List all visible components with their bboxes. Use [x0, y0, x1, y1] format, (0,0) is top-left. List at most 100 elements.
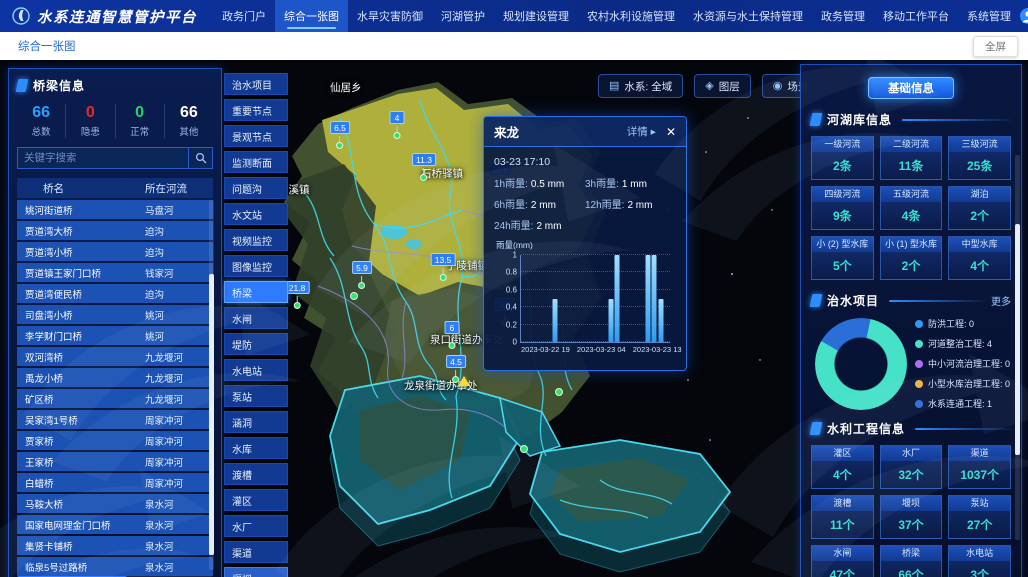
- rain-metric: 3h雨量:1 mm: [585, 175, 676, 190]
- stat-总数: 66总数: [17, 104, 66, 138]
- stat-cell-二级河流: 二级河流11条: [880, 136, 943, 180]
- observation-time: 03-23 17:10: [494, 156, 676, 168]
- table-row[interactable]: 贾道湾便民桥迫沟: [17, 284, 213, 303]
- tab-移动工作平台[interactable]: 移动工作平台: [874, 0, 958, 32]
- station-badge[interactable]: 11.3: [412, 150, 436, 181]
- basic-info-button[interactable]: 基础信息: [868, 77, 954, 99]
- fullscreen-button[interactable]: 全屏: [973, 36, 1018, 57]
- legend-dot-icon: [915, 360, 923, 368]
- layer-menu: 治水项目重要节点景观节点监测断面问题沟水文站视频监控图像监控桥梁水闸堤防水电站泵…: [224, 73, 288, 577]
- panel-vertical-scrollbar: [1015, 155, 1020, 540]
- table-row[interactable]: 贾道湾大桥迫沟: [17, 221, 213, 240]
- layer-item-堰坝[interactable]: 堰坝: [224, 567, 288, 577]
- tab-规划建设管理[interactable]: 规划建设管理: [494, 0, 578, 32]
- layer-item-监测断面[interactable]: 监测断面: [224, 151, 288, 173]
- section-marker-icon: [810, 294, 823, 307]
- station-badge[interactable]: 21.8: [285, 278, 310, 309]
- section-header-rivers: 河湖库信息: [811, 111, 1011, 128]
- tab-水资源与水土保持管理[interactable]: 水资源与水土保持管理: [684, 0, 812, 32]
- table-row[interactable]: 禹龙小桥九龙堰河: [17, 368, 213, 387]
- sail-logo-icon: [12, 7, 30, 25]
- station-badge[interactable]: 6.5: [330, 118, 350, 149]
- legend-item: 防洪工程: 0: [915, 317, 1011, 330]
- layer-item-视频监控[interactable]: 视频监控: [224, 229, 288, 251]
- section-marker-icon: [810, 422, 823, 435]
- layer-item-灌区[interactable]: 灌区: [224, 489, 288, 511]
- stat-隐患: 0隐患: [66, 104, 115, 138]
- table-row[interactable]: 马鞍大桥泉水河: [17, 494, 213, 513]
- stat-cell-湖泊: 湖泊2个: [948, 186, 1011, 230]
- section-divider: [889, 300, 985, 302]
- table-row[interactable]: 贾道镇王家门口桥钱家河: [17, 263, 213, 282]
- layer-item-渠道[interactable]: 渠道: [224, 541, 288, 563]
- table-row[interactable]: 李学财门口桥姚河: [17, 326, 213, 345]
- layer-item-水电站[interactable]: 水电站: [224, 359, 288, 381]
- tab-系统管理[interactable]: 系统管理: [958, 0, 1020, 32]
- tab-水旱灾害防御[interactable]: 水旱灾害防御: [348, 0, 432, 32]
- table-row[interactable]: 贾道湾小桥迫沟: [17, 242, 213, 261]
- table-row[interactable]: 白蜡桥周家冲河: [17, 473, 213, 492]
- projects-legend: 防洪工程: 0河道整治工程: 4中小河流治理工程: 0小型水库治理工程: 0水系…: [915, 317, 1011, 410]
- table-row[interactable]: 姚河街道桥马盘河: [17, 200, 213, 219]
- rain-bar: [658, 299, 663, 343]
- section-title: 治水项目: [827, 292, 879, 309]
- layer-item-水闸[interactable]: 水闸: [224, 307, 288, 329]
- more-link[interactable]: 更多: [991, 293, 1011, 308]
- search-input[interactable]: [18, 148, 188, 168]
- table-row[interactable]: 王家桥周家冲河: [17, 452, 213, 471]
- rain-metric: 12h雨量:2 mm: [585, 196, 676, 211]
- table-row[interactable]: 贾家桥周家冲河: [17, 431, 213, 450]
- table-row[interactable]: 临泉5号过路桥泉水河: [17, 557, 213, 576]
- legend-dot-icon: [915, 320, 923, 328]
- layer-item-桥梁[interactable]: 桥梁: [224, 281, 288, 303]
- station-dot-icon[interactable]: [350, 292, 358, 300]
- rain-metric: 6h雨量:2 mm: [494, 196, 585, 211]
- rain-bar: [652, 255, 657, 342]
- layer-item-泵站[interactable]: 泵站: [224, 385, 288, 407]
- layer-item-问题沟[interactable]: 问题沟: [224, 177, 288, 199]
- stat-cell-桥梁: 桥梁66个: [880, 545, 943, 577]
- layer-item-治水项目[interactable]: 治水项目: [224, 73, 288, 95]
- table-row[interactable]: 吴家湾1号桥周家冲河: [17, 410, 213, 429]
- tab-政务门户[interactable]: 政务门户: [213, 0, 275, 32]
- map-control-图层[interactable]: ◈图层: [694, 74, 750, 98]
- table-row[interactable]: 集贤卡铺桥泉水河: [17, 536, 213, 555]
- layer-item-图像监控[interactable]: 图像监控: [224, 255, 288, 277]
- tab-政务管理[interactable]: 政务管理: [812, 0, 874, 32]
- map-control-水系: 全域[interactable]: ▤水系: 全域: [598, 74, 683, 98]
- basic-info-panel: 基础信息 河湖库信息 一级河流2条二级河流11条三级河流25条四级河流9条五级河…: [800, 64, 1022, 577]
- layer-item-堤防[interactable]: 堤防: [224, 333, 288, 355]
- layer-item-重要节点[interactable]: 重要节点: [224, 99, 288, 121]
- detail-link[interactable]: 详情 ▸: [627, 124, 656, 139]
- layer-item-涵洞[interactable]: 涵洞: [224, 411, 288, 433]
- breadcrumb[interactable]: 综合一张图: [18, 38, 76, 54]
- table-row[interactable]: 矿区桥九龙堰河: [17, 389, 213, 408]
- scrollbar-thumb[interactable]: [209, 274, 214, 555]
- layer-item-渡槽[interactable]: 渡槽: [224, 463, 288, 485]
- station-dot-icon[interactable]: [555, 388, 563, 396]
- user-menu[interactable]: hhzb42080201 ▼: [1020, 8, 1028, 24]
- station-badge[interactable]: 6: [445, 318, 460, 349]
- search-icon[interactable]: [188, 148, 212, 168]
- tab-农村水利设施管理[interactable]: 农村水利设施管理: [578, 0, 684, 32]
- layer-item-水厂[interactable]: 水厂: [224, 515, 288, 537]
- layer-item-景观节点[interactable]: 景观节点: [224, 125, 288, 147]
- table-row[interactable]: 双河湾桥九龙堰河: [17, 347, 213, 366]
- layer-item-水库[interactable]: 水库: [224, 437, 288, 459]
- layer-item-水文站[interactable]: 水文站: [224, 203, 288, 225]
- tab-综合一张图[interactable]: 综合一张图: [275, 0, 348, 32]
- station-badge[interactable]: 5.9: [352, 258, 372, 289]
- table-row[interactable]: 国家电网理金门口桥泉水河: [17, 515, 213, 534]
- close-icon[interactable]: ✕: [666, 125, 676, 139]
- scrollbar-thumb[interactable]: [1015, 224, 1020, 455]
- station-badge[interactable]: 13.5: [431, 250, 456, 281]
- rain-bar: [553, 299, 558, 343]
- tab-河湖管护[interactable]: 河湖管护: [432, 0, 494, 32]
- stat-cell-渠道: 渠道1037个: [948, 445, 1011, 489]
- table-row[interactable]: 司盘湾小桥姚河: [17, 305, 213, 324]
- station-badge[interactable]: 4: [390, 108, 405, 139]
- map-canvas[interactable]: 46.511.310.513.55.921.86.364.5仙居乡石桥驿镇栗溪镇…: [0, 60, 1028, 577]
- station-dot-icon[interactable]: [520, 445, 528, 453]
- section-marker-icon: [810, 113, 823, 126]
- warning-marker-icon[interactable]: [458, 376, 470, 386]
